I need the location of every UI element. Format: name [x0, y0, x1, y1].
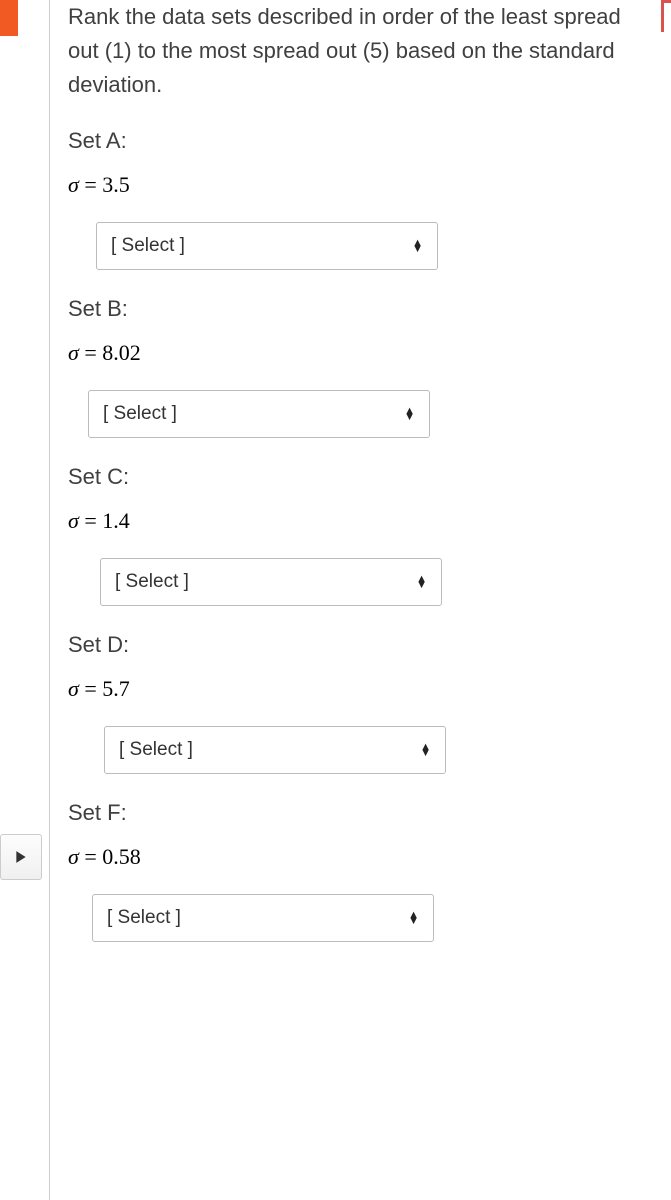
updown-icon: ▲▼ [416, 576, 427, 588]
set-a-block: Set A: σ = 3.5 [ Select ] ▲▼ [68, 128, 631, 270]
select-placeholder: [ Select ] [111, 235, 185, 257]
question-content: Rank the data sets described in order of… [68, 0, 631, 968]
set-f-select[interactable]: [ Select ] ▲▼ [92, 894, 434, 942]
set-d-block: Set D: σ = 5.7 [ Select ] ▲▼ [68, 632, 631, 774]
set-f-block: Set F: σ = 0.58 [ Select ] ▲▼ [68, 800, 631, 942]
updown-icon: ▲▼ [420, 744, 431, 756]
set-c-block: Set C: σ = 1.4 [ Select ] ▲▼ [68, 464, 631, 606]
set-f-sigma: σ = 0.58 [68, 844, 631, 870]
updown-icon: ▲▼ [404, 408, 415, 420]
question-marker [0, 0, 18, 36]
set-b-sigma: σ = 8.02 [68, 340, 631, 366]
expand-button[interactable] [0, 834, 42, 880]
updown-icon: ▲▼ [412, 240, 423, 252]
select-placeholder: [ Select ] [103, 403, 177, 425]
set-f-label: Set F: [68, 800, 631, 826]
select-placeholder: [ Select ] [115, 571, 189, 593]
set-d-select[interactable]: [ Select ] ▲▼ [104, 726, 446, 774]
play-icon [15, 850, 27, 864]
set-d-sigma-value: 5.7 [102, 676, 130, 701]
set-b-block: Set B: σ = 8.02 [ Select ] ▲▼ [68, 296, 631, 438]
set-a-select[interactable]: [ Select ] ▲▼ [96, 222, 438, 270]
set-a-sigma-value: 3.5 [102, 172, 130, 197]
updown-icon: ▲▼ [408, 912, 419, 924]
set-b-label: Set B: [68, 296, 631, 322]
question-text: Rank the data sets described in order of… [68, 0, 631, 102]
left-rail [0, 0, 50, 1200]
set-d-sigma: σ = 5.7 [68, 676, 631, 702]
set-c-select[interactable]: [ Select ] ▲▼ [100, 558, 442, 606]
set-b-select[interactable]: [ Select ] ▲▼ [88, 390, 430, 438]
set-a-sigma: σ = 3.5 [68, 172, 631, 198]
set-c-sigma: σ = 1.4 [68, 508, 631, 534]
right-corner-marker [661, 0, 671, 32]
select-placeholder: [ Select ] [107, 907, 181, 929]
set-c-sigma-value: 1.4 [102, 508, 130, 533]
set-a-label: Set A: [68, 128, 631, 154]
select-placeholder: [ Select ] [119, 739, 193, 761]
set-d-label: Set D: [68, 632, 631, 658]
set-f-sigma-value: 0.58 [102, 844, 141, 869]
set-c-label: Set C: [68, 464, 631, 490]
set-b-sigma-value: 8.02 [102, 340, 141, 365]
